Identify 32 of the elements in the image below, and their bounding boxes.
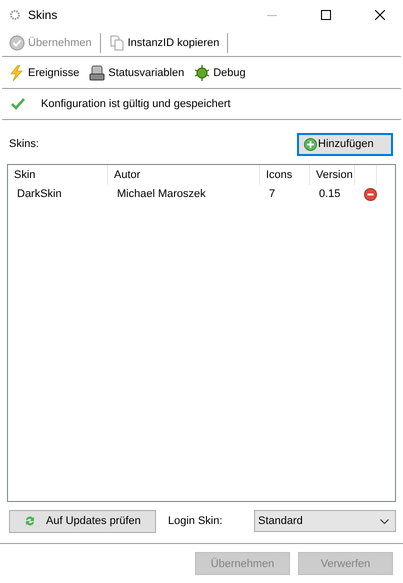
checkmark-icon (11, 98, 25, 110)
table-cell-text: Michael Maroszek (116, 187, 207, 202)
toolbar-button[interactable]: Statusvariablen (87, 64, 186, 81)
table-cell-text: 0.15 (318, 187, 342, 202)
database-icon (89, 64, 106, 81)
toolbar-button[interactable]: InstanzID kopieren (106, 35, 222, 52)
maximize-icon (321, 10, 331, 20)
chevron-down-icon (380, 518, 389, 524)
close-icon (375, 10, 385, 20)
lightning-icon (9, 64, 25, 81)
plus-circle-icon (304, 138, 317, 151)
skins-label: Skins: (8, 138, 39, 150)
window-title: Skins (28, 8, 58, 22)
copy-icon (108, 35, 125, 52)
add-button[interactable]: Hinzufügen (297, 132, 393, 156)
column-header[interactable]: Skin (8, 165, 108, 186)
column-header[interactable]: Autor (108, 165, 260, 186)
check-circle-icon (9, 35, 25, 52)
toolbar-button[interactable]: Debug (192, 64, 248, 81)
login-skin-label: Login Skin: (168, 515, 224, 528)
column-header[interactable]: Icons (260, 165, 310, 186)
refresh-icon (24, 515, 36, 528)
bug-icon (194, 64, 210, 81)
update-button[interactable]: Auf Updates prüfen (9, 510, 156, 533)
minimize-icon (267, 14, 277, 16)
column-header[interactable]: Version (310, 165, 355, 186)
table-cell-text: DarkSkin (16, 187, 63, 202)
remove-icon[interactable] (364, 188, 377, 201)
status-message: Konfiguration ist gültig und gespeichert (41, 98, 231, 110)
toolbar-button[interactable]: Ereignisse (7, 64, 82, 81)
login-skin-select[interactable]: Standard (254, 510, 396, 532)
table-cell-text: 7 (268, 187, 276, 202)
